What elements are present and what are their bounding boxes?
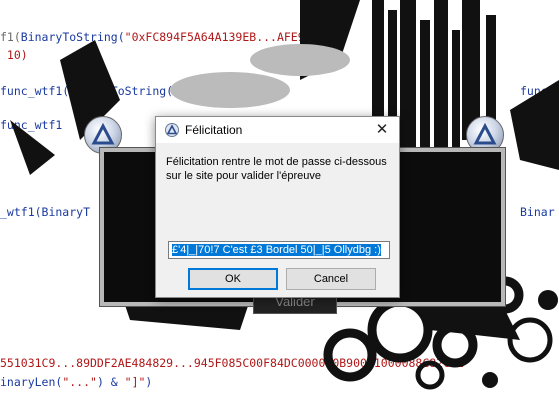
app-logo-icon xyxy=(165,123,179,137)
close-icon[interactable]: ✕ xyxy=(365,117,399,143)
triangle-logo-icon xyxy=(473,123,497,145)
dialog-title: Félicitation xyxy=(185,123,243,137)
cancel-button[interactable]: Cancel xyxy=(286,268,376,290)
password-field[interactable]: £'4|_|70!7 C'est £3 Bordel 50|_|5 Ollydb… xyxy=(168,241,390,259)
dialog-message: Félicitation rentre le mot de passe ci-d… xyxy=(166,156,387,182)
felicitation-dialog: Félicitation ✕ Félicitation rentre le mo… xyxy=(155,116,400,298)
triangle-logo-icon xyxy=(91,123,115,145)
ok-button[interactable]: OK xyxy=(188,268,278,290)
dialog-titlebar[interactable]: Félicitation ✕ xyxy=(156,117,399,143)
dialog-body: Félicitation rentre le mot de passe ci-d… xyxy=(156,143,399,297)
password-value: £'4|_|70!7 C'est £3 Bordel 50|_|5 Ollydb… xyxy=(172,244,381,256)
